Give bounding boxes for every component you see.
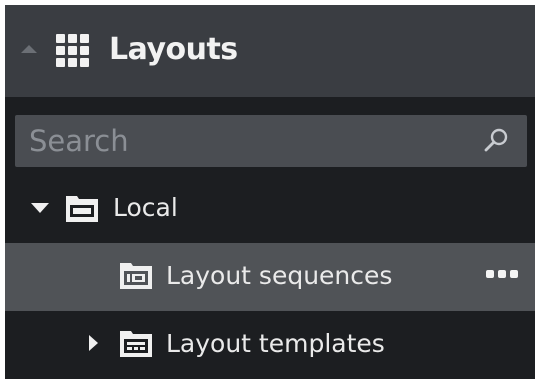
expand-right-icon[interactable] (89, 335, 98, 351)
tree-item-layout-templates[interactable]: Layout templates (5, 311, 535, 379)
more-options-icon[interactable] (485, 268, 519, 280)
panel-header[interactable]: Layouts (5, 5, 535, 97)
search-input[interactable] (15, 115, 475, 167)
expand-down-icon[interactable] (31, 203, 49, 213)
layout-template-icon (120, 331, 152, 357)
tree-item-local[interactable]: Local (5, 175, 535, 243)
tree-item-label: Layout templates (166, 329, 385, 358)
tree-item-layout-sequences[interactable]: Layout sequences (5, 243, 535, 311)
server-folder-icon (66, 196, 98, 222)
tree-item-label: Local (113, 193, 178, 222)
collapse-arrow-icon[interactable] (21, 45, 37, 53)
layouts-panel: Layouts Local Layout sequences (5, 5, 535, 379)
panel-title: Layouts (109, 32, 238, 67)
layout-sequence-icon (120, 263, 152, 289)
search-box[interactable] (15, 115, 527, 167)
tree-item-label: Layout sequences (166, 261, 393, 290)
grid-icon (56, 34, 89, 67)
search-icon[interactable] (481, 126, 511, 156)
